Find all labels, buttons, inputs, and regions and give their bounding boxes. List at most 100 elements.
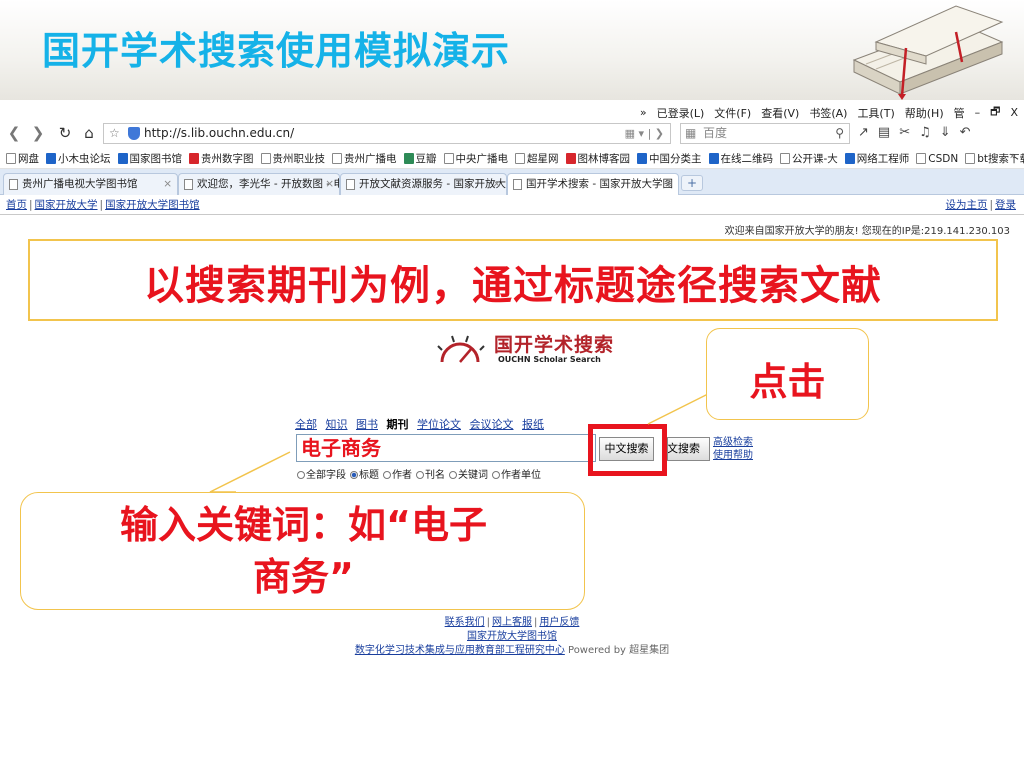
close-icon[interactable]: ×: [163, 174, 172, 194]
chinese-search-button[interactable]: 中文搜索: [599, 437, 654, 461]
link-home[interactable]: 首页: [6, 199, 27, 211]
search-icon[interactable]: ⚲: [835, 124, 844, 143]
category-knowledge[interactable]: 知识: [326, 418, 348, 431]
close-icon[interactable]: ×: [325, 174, 334, 194]
bookmark-item[interactable]: 超星网: [515, 151, 559, 166]
addr-dropdown-icon[interactable]: ▦ ▾ | ❯: [625, 124, 664, 143]
bookmark-item[interactable]: 贵州职业技: [260, 151, 325, 166]
category-conference[interactable]: 会议论文: [470, 418, 514, 431]
search-input[interactable]: 电子商务: [296, 434, 596, 462]
bookmark-label: 国家图书馆: [129, 153, 183, 165]
close-icon[interactable]: ×: [664, 174, 673, 194]
bookmark-item[interactable]: 国家图书馆: [117, 151, 183, 166]
field-option-journal[interactable]: 刊名: [416, 466, 445, 481]
tab-guizhou-library[interactable]: 贵州广播电视大学图书馆 ×: [3, 173, 178, 195]
click-callout-text: 点击: [749, 360, 826, 404]
address-bar[interactable]: ☆ http://s.lib.ouchn.edu.cn/ ▦ ▾ | ❯: [103, 123, 671, 144]
share-icon[interactable]: ↗: [858, 125, 869, 140]
menu-tools[interactable]: 工具(T): [857, 105, 894, 121]
bookmark-item[interactable]: 网盘: [6, 151, 39, 166]
douban-icon: [403, 153, 414, 164]
calendar-icon[interactable]: ▤: [878, 125, 890, 140]
bookmark-item[interactable]: 公开课-大: [780, 151, 838, 166]
tab-scholar-search[interactable]: 国开学术搜索 - 国家开放大学图 ×: [507, 173, 679, 195]
radio-checked-icon[interactable]: [350, 471, 358, 479]
radio-icon[interactable]: [297, 471, 305, 479]
bookmark-item[interactable]: 小木虫论坛: [46, 151, 111, 166]
bookmark-item[interactable]: 贵州广播电: [332, 151, 397, 166]
foreign-search-button[interactable]: 外文搜索: [667, 437, 710, 461]
menu-bookmarks[interactable]: 书签(A): [809, 105, 847, 121]
footer-powered-by: Powered by 超星集团: [568, 645, 670, 656]
forward-icon[interactable]: ❯: [28, 123, 48, 143]
keyword-callout-line2: 商务”: [253, 555, 354, 599]
footer-feedback-link[interactable]: 用户反馈: [539, 617, 579, 628]
undo-icon[interactable]: ↶: [960, 125, 971, 140]
link-set-homepage[interactable]: 设为主页: [945, 199, 987, 211]
bookmark-item[interactable]: 图林博客园: [565, 151, 630, 166]
category-theses[interactable]: 学位论文: [417, 418, 461, 431]
bookmark-label: 超星网: [527, 153, 559, 165]
link-ouchn[interactable]: 国家开放大学: [35, 199, 98, 211]
bookmark-item[interactable]: 贵州数字图: [189, 151, 254, 166]
back-icon[interactable]: ❮: [4, 123, 24, 143]
reload-icon[interactable]: ↻: [55, 123, 75, 143]
minimize-button[interactable]: –: [975, 106, 981, 119]
category-newspapers[interactable]: 报纸: [522, 418, 544, 431]
page-icon: [515, 153, 525, 164]
menu-file[interactable]: 文件(F): [714, 105, 751, 121]
tab-welcome[interactable]: 欢迎您，李光华 - 开放数图 - 电 ×: [178, 173, 340, 195]
footer-service-link[interactable]: 网上客服: [492, 617, 532, 628]
category-all[interactable]: 全部: [295, 418, 317, 431]
main-callout-box: 以搜索期刊为例，通过标题途径搜索文献: [28, 239, 998, 321]
bookmark-item[interactable]: 中央广播电: [443, 151, 508, 166]
speaker-icon[interactable]: ♫: [919, 125, 931, 140]
scholar-search-logo: 国开学术搜索 OUCHN Scholar Search: [432, 328, 632, 374]
close-window-button[interactable]: X: [1010, 106, 1018, 119]
home-icon[interactable]: ⌂: [79, 123, 99, 143]
bookmark-item[interactable]: 中国分类主: [637, 151, 702, 166]
scissors-icon[interactable]: ✂: [899, 125, 910, 140]
footer-library-link[interactable]: 国家开放大学图书馆: [467, 631, 557, 642]
radio-icon[interactable]: [383, 471, 391, 479]
field-option-title[interactable]: 标题: [350, 466, 379, 481]
slide-header: 国开学术搜索使用模拟演示: [0, 0, 1024, 100]
bookmark-item[interactable]: 网络工程师: [844, 151, 909, 166]
menu-help[interactable]: 帮助(H): [905, 105, 944, 121]
field-option-all[interactable]: 全部字段: [297, 466, 346, 481]
field-option-affiliation[interactable]: 作者单位: [492, 466, 541, 481]
advanced-search-link[interactable]: 高级检索: [713, 436, 753, 449]
field-option-author[interactable]: 作者: [383, 466, 412, 481]
download-icon[interactable]: ⇓: [940, 125, 951, 140]
browser-menubar: » 已登录(L) 文件(F) 查看(V) 书签(A) 工具(T) 帮助(H) 管…: [0, 100, 1024, 120]
radio-icon[interactable]: [492, 471, 500, 479]
category-journals[interactable]: 期刊: [387, 418, 409, 431]
browser-search-box[interactable]: ▦ 百度 ⚲: [680, 123, 850, 144]
close-icon[interactable]: ×: [492, 174, 501, 194]
footer-contact-link[interactable]: 联系我们: [445, 617, 485, 628]
star-icon[interactable]: ☆: [109, 124, 120, 143]
bookmark-item[interactable]: 豆瓣: [403, 151, 437, 166]
bookmarks-more[interactable]: »: [1010, 150, 1016, 162]
radio-icon[interactable]: [449, 471, 457, 479]
menu-login[interactable]: 已登录(L): [657, 105, 705, 121]
bookmark-item[interactable]: CSDN: [916, 151, 958, 166]
menu-more[interactable]: »: [640, 106, 647, 119]
address-url[interactable]: http://s.lib.ouchn.edu.cn/: [144, 124, 294, 143]
field-option-keyword[interactable]: 关键词: [449, 466, 488, 481]
bookmark-label: 中国分类主: [649, 153, 702, 165]
category-books[interactable]: 图书: [356, 418, 378, 431]
bookmark-item[interactable]: 在线二维码: [708, 151, 773, 166]
link-ouchn-library[interactable]: 国家开放大学图书馆: [105, 199, 200, 211]
menu-manage[interactable]: 管: [954, 105, 965, 121]
page-icon: [346, 179, 355, 190]
new-tab-button[interactable]: +: [681, 175, 703, 191]
link-login[interactable]: 登录: [995, 199, 1016, 211]
search-engine-icon[interactable]: ▦: [685, 124, 696, 143]
page-icon: [780, 153, 790, 164]
help-link[interactable]: 使用帮助: [713, 449, 753, 462]
footer-center-link[interactable]: 数字化学习技术集成与应用教育部工程研究中心: [355, 645, 565, 656]
radio-icon[interactable]: [416, 471, 424, 479]
tab-open-docs[interactable]: 开放文献资源服务 - 国家开放大 ×: [340, 173, 507, 195]
menu-view[interactable]: 查看(V): [761, 105, 799, 121]
